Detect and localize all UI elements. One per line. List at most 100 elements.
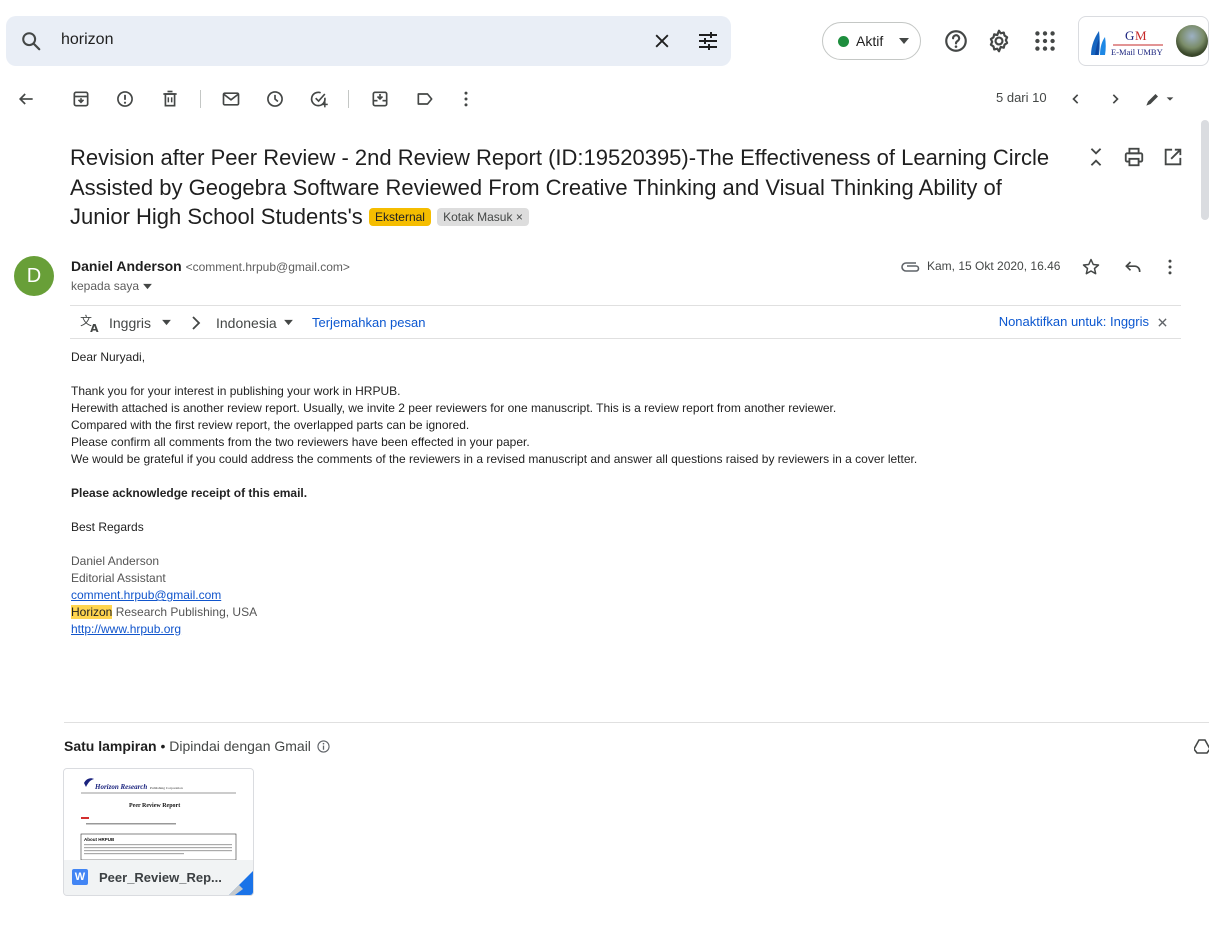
archive-icon[interactable] — [71, 89, 91, 109]
toolbar-divider — [348, 90, 349, 108]
attachment-filename[interactable]: Peer_Review_Rep... — [99, 870, 222, 885]
label-icon[interactable] — [415, 89, 435, 109]
account-chip[interactable]: G M E-Mail UMBY — [1078, 16, 1209, 66]
more-vert-icon[interactable] — [1160, 257, 1180, 277]
greeting: Dear Nuryadi, — [71, 350, 146, 364]
attachment-preview: Horizon Research Publishing Corporation … — [64, 769, 253, 860]
back-arrow-icon[interactable] — [16, 89, 36, 109]
chevron-right-icon — [192, 316, 201, 330]
acknowledge-note: Please acknowledge receipt of this email… — [71, 486, 308, 500]
delete-icon[interactable] — [160, 89, 180, 109]
regards: Best Regards — [71, 520, 144, 534]
subject-text: Revision after Peer Review - 2nd Review … — [70, 145, 1050, 229]
target-language-select[interactable]: Indonesia — [216, 315, 277, 331]
file-corner-fold-icon — [229, 871, 253, 895]
search-icon[interactable] — [20, 30, 42, 52]
sender-avatar[interactable]: D — [14, 256, 54, 296]
chevron-left-icon[interactable] — [1066, 89, 1086, 109]
preview-brand: Horizon Research — [94, 783, 147, 791]
signature-name: Daniel Anderson — [71, 554, 160, 568]
top-bar: horizon Aktif G M E-Mail UMBY — [0, 0, 1209, 74]
chevron-down-icon[interactable] — [284, 319, 293, 326]
apps-grid-icon[interactable] — [1032, 28, 1058, 54]
search-highlight: Horizon — [71, 605, 113, 619]
status-dot — [838, 36, 849, 47]
search-options-icon[interactable] — [696, 29, 720, 53]
status-label: Aktif — [856, 33, 884, 49]
message-date: Kam, 15 Okt 2020, 16.46 — [927, 259, 1061, 273]
body-line: Please confirm all comments from the two… — [71, 435, 530, 449]
label-external[interactable]: Eksternal — [368, 208, 431, 226]
signature-org-rest: Research Publishing, USA — [112, 605, 258, 619]
attachments-header: Satu lampiran • Dipindai dengan Gmail — [64, 738, 330, 754]
body-line: Herewith attached is another review repo… — [71, 401, 837, 415]
sender-line: Daniel Anderson <comment.hrpub@gmail.com… — [71, 258, 350, 274]
star-icon[interactable] — [1081, 257, 1101, 277]
attachment-footer: W Peer_Review_Rep... — [64, 860, 253, 895]
signature-email-link[interactable]: comment.hrpub@gmail.com — [71, 588, 221, 602]
chevron-right-icon[interactable] — [1105, 89, 1125, 109]
mark-unread-icon[interactable] — [221, 89, 241, 109]
info-icon[interactable] — [317, 740, 330, 753]
pager-count: 5 dari 10 — [996, 90, 1047, 105]
label-inbox-text: Kotak Masuk — [443, 210, 513, 224]
divider — [64, 722, 1209, 723]
status-selector[interactable]: Aktif — [822, 22, 921, 60]
add-task-icon[interactable] — [309, 89, 329, 109]
message-subject: Revision after Peer Review - 2nd Review … — [70, 143, 1060, 232]
body-line: Thank you for your interest in publishin… — [71, 384, 401, 398]
body-line: We would be grateful if you could addres… — [71, 452, 918, 466]
help-icon[interactable] — [943, 28, 969, 54]
chevron-down-icon[interactable] — [143, 283, 152, 290]
attachment-card[interactable]: Horizon Research Publishing Corporation … — [63, 768, 254, 896]
toolbar-divider — [200, 90, 201, 108]
attachment-count: Satu lampiran — [64, 738, 157, 754]
print-icon[interactable] — [1123, 146, 1145, 168]
preview-title: Peer Review Report — [129, 803, 180, 809]
umby-logo: G M E-Mail UMBY — [1091, 28, 1163, 57]
search-box[interactable]: horizon — [6, 16, 731, 66]
search-input[interactable]: horizon — [61, 31, 113, 49]
svg-text:A: A — [90, 322, 99, 333]
separator-dot: • — [156, 738, 170, 754]
svg-text:E-Mail UMBY: E-Mail UMBY — [1111, 47, 1163, 57]
message-body: Dear Nuryadi, Thank you for your interes… — [71, 349, 1171, 638]
avatar[interactable] — [1176, 25, 1208, 57]
message-toolbar: 5 dari 10 — [0, 80, 1209, 118]
preview-brand-sub: Publishing Corporation — [150, 786, 183, 790]
chevron-down-icon[interactable] — [162, 319, 171, 326]
add-to-drive-icon[interactable] — [1194, 738, 1209, 754]
signature-website-link[interactable]: http://www.hrpub.org — [71, 622, 181, 636]
signature-org: Horizon Research Publishing, USA — [71, 604, 1171, 621]
label-remove-icon[interactable]: × — [516, 210, 523, 224]
move-to-icon[interactable] — [370, 89, 390, 109]
recipient-text: kepada saya — [71, 279, 140, 293]
chevron-down-icon[interactable] — [1164, 89, 1176, 109]
sender-name[interactable]: Daniel Anderson — [71, 258, 182, 274]
collapse-all-icon[interactable] — [1085, 146, 1107, 168]
report-spam-icon[interactable] — [115, 89, 135, 109]
settings-gear-icon[interactable] — [986, 28, 1012, 54]
subject-actions — [1085, 146, 1195, 170]
disable-translate-link[interactable]: Nonaktifkan untuk: Inggris — [999, 314, 1149, 329]
reply-icon[interactable] — [1123, 257, 1143, 277]
clear-search-icon[interactable] — [652, 31, 672, 51]
close-icon[interactable] — [1158, 318, 1167, 327]
scrollbar[interactable] — [1201, 120, 1209, 220]
scan-label: Dipindai dengan Gmail — [169, 738, 311, 754]
sender-email: <comment.hrpub@gmail.com> — [185, 260, 350, 274]
translate-message-link[interactable]: Terjemahkan pesan — [312, 315, 425, 330]
edit-pen-icon[interactable] — [1143, 89, 1163, 109]
word-file-icon: W — [72, 869, 88, 885]
snooze-icon[interactable] — [265, 89, 285, 109]
translate-bar: 文A Inggris Indonesia Terjemahkan pesan N… — [70, 305, 1181, 339]
signature-title: Editorial Assistant — [71, 571, 166, 585]
body-line: Compared with the first review report, t… — [71, 418, 470, 432]
recipient-line[interactable]: kepada saya — [71, 279, 152, 293]
chevron-down-icon — [899, 38, 909, 44]
open-new-window-icon[interactable] — [1162, 146, 1184, 168]
label-inbox[interactable]: Kotak Masuk × — [437, 208, 529, 226]
source-language-select[interactable]: Inggris — [109, 315, 151, 331]
more-vert-icon[interactable] — [456, 89, 476, 109]
attachment-icon — [901, 262, 920, 272]
